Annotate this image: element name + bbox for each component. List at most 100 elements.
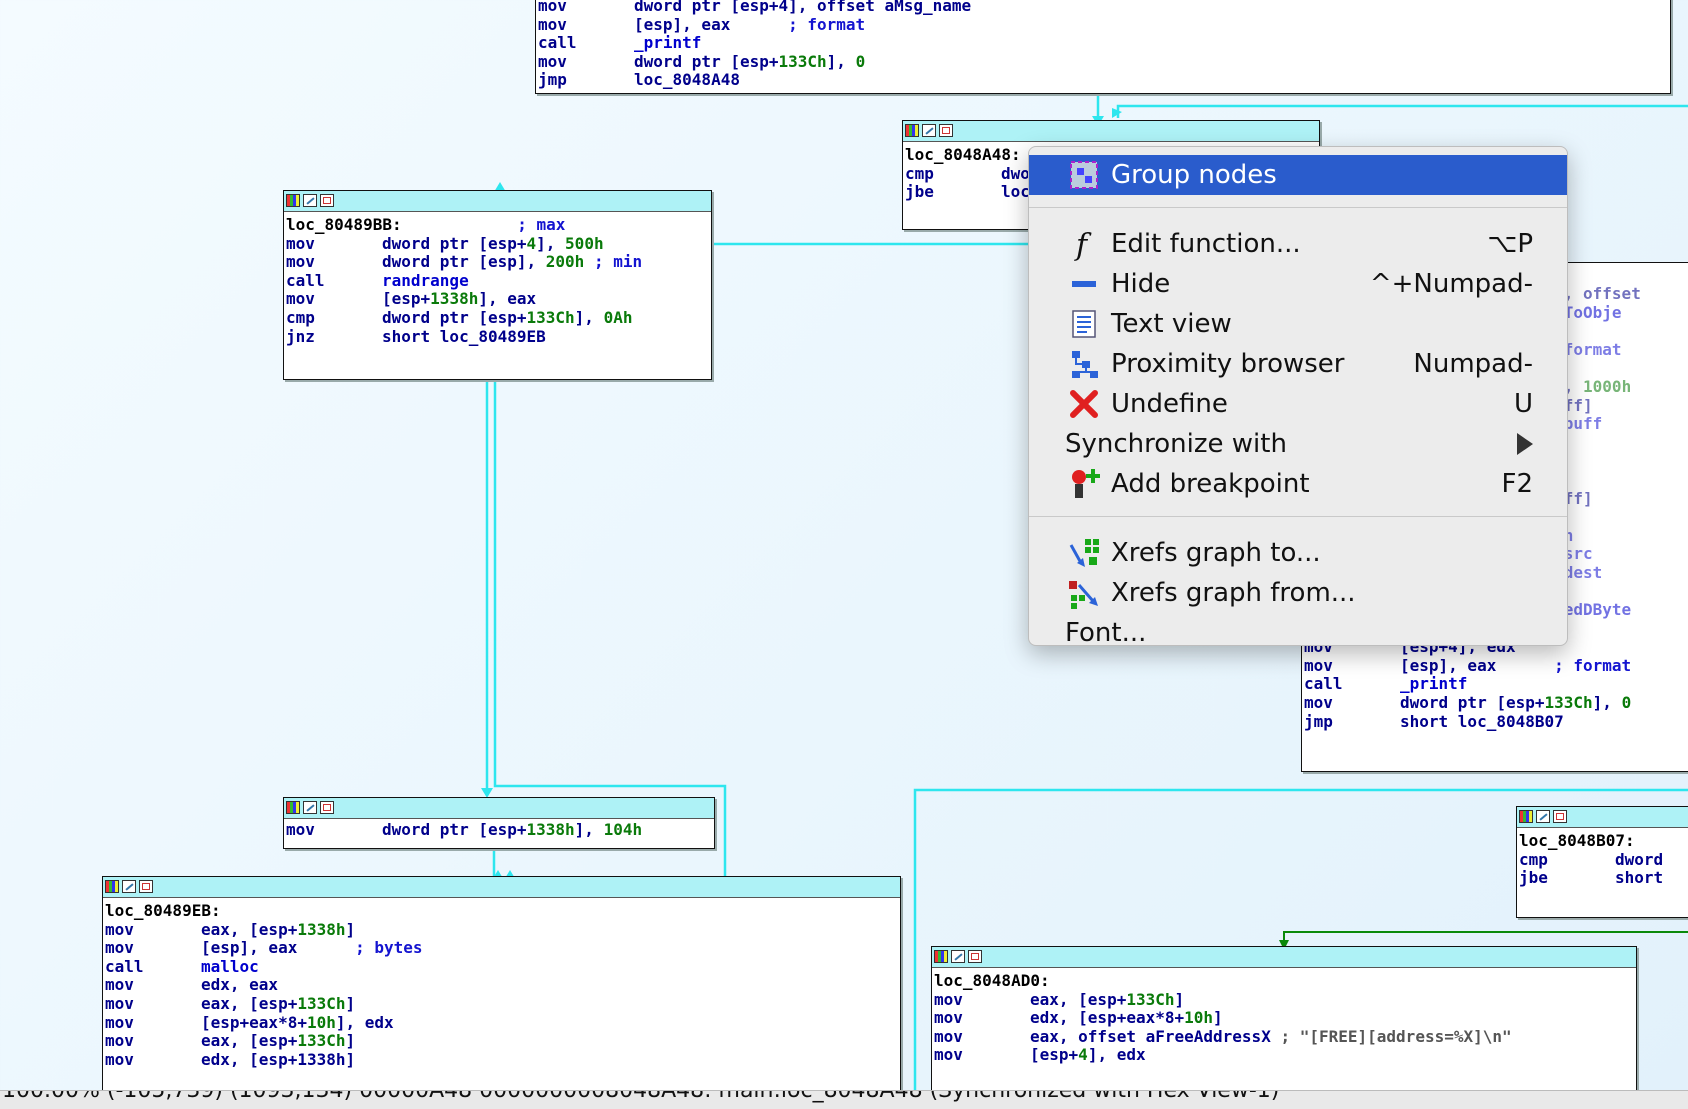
menu-item-xrefs-graph-from[interactable]: Xrefs graph from... <box>1029 573 1567 613</box>
mnemonic[interactable]: mov <box>1304 693 1400 713</box>
operand[interactable]: dword ptr [esp+ <box>1400 693 1545 713</box>
menu-item-undefine[interactable]: Undefine U <box>1029 384 1567 424</box>
node-rename-icon[interactable] <box>951 950 965 963</box>
graph-view-canvas[interactable]: mov dword ptr [esp+4], offset aMsg_name mo… <box>0 0 1688 1090</box>
operand[interactable]: [esp+eax*8+ <box>201 1013 307 1033</box>
operand[interactable]: 133Ch <box>297 1032 345 1051</box>
mnemonic[interactable]: mov <box>105 1050 201 1070</box>
graph-node-loc-8048b07[interactable]: loc_8048B07: cmp dword jbe short <box>1516 806 1688 918</box>
code-label[interactable]: loc_80489BB: <box>286 215 402 235</box>
mnemonic[interactable]: mov <box>286 253 382 272</box>
operand[interactable]: ], <box>536 234 565 254</box>
operand[interactable]: ], eax <box>478 290 536 309</box>
code-line[interactable]: mov [esp], eax ; bytes <box>105 939 898 958</box>
operand[interactable]: ] <box>1175 990 1185 1010</box>
code-line[interactable]: mov edx, [esp+1338h] <box>105 1050 898 1070</box>
operand[interactable] <box>584 253 594 272</box>
code-label[interactable]: loc_8048AD0: <box>934 971 1050 991</box>
operand[interactable]: 200h <box>546 253 585 272</box>
code-comment[interactable]: ; min <box>594 253 642 272</box>
code-line[interactable]: cmp dword <box>1519 850 1688 870</box>
code-line[interactable]: loc_8048AD0: <box>934 971 1634 991</box>
mnemonic[interactable]: mov <box>105 920 201 940</box>
menu-item-text-view[interactable]: Text view <box>1029 304 1567 344</box>
node-color-icon[interactable] <box>105 880 119 893</box>
mnemonic[interactable]: call <box>286 271 382 291</box>
graph-node-loc-8048ad0[interactable]: loc_8048AD0: mov eax, [esp+ 133Ch] mov edx, [… <box>931 946 1637 1090</box>
code-comment[interactable]: ; max <box>517 215 565 235</box>
code-line[interactable]: jmp short loc_8048B07 <box>1304 712 1688 732</box>
menu-item-synchronize-with[interactable]: Synchronize with <box>1029 424 1567 464</box>
operand[interactable]: ], <box>1593 693 1622 713</box>
menu-item-add-breakpoint[interactable]: Add breakpoint F2 <box>1029 464 1567 504</box>
node-rename-icon[interactable] <box>303 194 317 207</box>
code-line[interactable]: mov eax, offset aFreeAddressX ; "[FREE][a… <box>934 1027 1634 1047</box>
mnemonic[interactable]: mov <box>286 820 382 840</box>
code-line[interactable]: mov [esp+eax*8+ 10h], edx <box>105 1013 898 1033</box>
operand[interactable]: dword ptr [esp+ <box>634 52 779 72</box>
code-line[interactable]: call malloc <box>105 957 898 977</box>
node-group-icon[interactable] <box>139 880 153 893</box>
code-line[interactable]: mov [esp+ 1338h], eax <box>286 290 709 309</box>
code-line[interactable]: mov dword ptr [esp+4], offset aMsg_name <box>538 0 1668 16</box>
mnemonic[interactable]: cmp <box>286 308 382 328</box>
node-group-icon[interactable] <box>1553 810 1567 823</box>
operand[interactable]: 0 <box>856 52 866 72</box>
mnemonic[interactable]: mov <box>105 939 201 958</box>
operand[interactable]: 1338h <box>527 820 575 840</box>
code-label[interactable]: loc_8048A48: <box>905 145 1021 165</box>
code-line[interactable]: loc_80489EB: <box>105 901 898 921</box>
context-menu[interactable]: Group nodes f Edit function... ⌥P Hide ^+Nump… <box>1028 146 1568 648</box>
node-rename-icon[interactable] <box>1536 810 1550 823</box>
mnemonic[interactable]: mov <box>538 0 634 16</box>
mnemonic[interactable]: mov <box>934 1009 1030 1028</box>
code-label[interactable]: loc_8048B07: <box>1519 831 1635 851</box>
mnemonic[interactable]: mov <box>286 290 382 309</box>
graph-node-top[interactable]: mov dword ptr [esp+4], offset aMsg_name mo… <box>535 0 1671 94</box>
mnemonic[interactable]: jmp <box>1304 712 1400 732</box>
mnemonic[interactable]: mov <box>105 1013 201 1033</box>
code-line[interactable]: moveax, [esp+133Ch] <box>105 1032 898 1051</box>
node-group-icon[interactable] <box>939 124 953 137</box>
menu-item-edit-function[interactable]: f Edit function... ⌥P <box>1029 224 1567 264</box>
mnemonic[interactable]: cmp <box>905 164 1001 184</box>
node-rename-icon[interactable] <box>303 801 317 814</box>
mnemonic[interactable]: call <box>105 957 201 977</box>
node-color-icon[interactable] <box>286 194 300 207</box>
mnemonic[interactable]: cmp <box>1519 850 1615 870</box>
operand[interactable]: 0Ah <box>604 308 633 328</box>
code-line[interactable]: loc_80489BB: ; max <box>286 215 709 235</box>
code-line[interactable]: mov dword ptr [esp], 200h ; min <box>286 253 709 272</box>
operand[interactable]: eax, [esp+ <box>1030 990 1126 1010</box>
code-line[interactable]: mov dword ptr [esp+ 1338h], 104h <box>286 820 712 840</box>
mnemonic[interactable]: mov <box>934 1027 1030 1047</box>
code-line[interactable]: jbe short <box>1519 869 1688 888</box>
code-line[interactable]: mov eax, [esp+ 1338h] <box>105 920 898 940</box>
code-line[interactable]: moveax, [esp+133Ch] <box>934 990 1634 1010</box>
operand[interactable]: short <box>1615 869 1663 888</box>
node-color-icon[interactable] <box>286 801 300 814</box>
operand[interactable]: malloc <box>201 957 259 977</box>
operand[interactable]: eax, offset aFreeAddressX <box>1030 1027 1280 1047</box>
mnemonic[interactable]: jmp <box>538 71 634 90</box>
operand[interactable]: [esp+ <box>1030 1046 1078 1065</box>
mnemonic[interactable]: jnz <box>286 327 382 347</box>
graph-node-loc-80489bb[interactable]: loc_80489BB: ; max mov dword ptr [esp+ 4], … <box>283 190 712 380</box>
operand[interactable]: eax, [esp+ <box>201 1032 297 1051</box>
operand[interactable]: edx, [esp+eax*8+ <box>1030 1009 1184 1028</box>
code-line[interactable]: call randrange <box>286 271 709 291</box>
operand[interactable] <box>402 216 518 235</box>
operand[interactable]: ], edx <box>336 1013 394 1033</box>
operand[interactable]: _printf <box>1400 675 1467 694</box>
operand[interactable]: ] <box>346 920 356 940</box>
code-line[interactable]: mov[esp], eax ; format <box>1304 656 1688 676</box>
node-group-icon[interactable] <box>968 950 982 963</box>
operand[interactable]: ], <box>575 820 604 840</box>
operand[interactable]: randrange <box>382 271 469 291</box>
code-line[interactable]: mov edx, [esp+eax*8+ 10h] <box>934 1009 1634 1028</box>
code-line[interactable]: moveax, [esp+133Ch] <box>105 994 898 1014</box>
code-line[interactable]: loc_8048B07: <box>1519 831 1688 851</box>
operand[interactable]: 1338h <box>297 920 345 940</box>
code-line[interactable]: jmp loc_8048A48 <box>538 71 1668 90</box>
mnemonic[interactable]: mov <box>538 15 634 35</box>
